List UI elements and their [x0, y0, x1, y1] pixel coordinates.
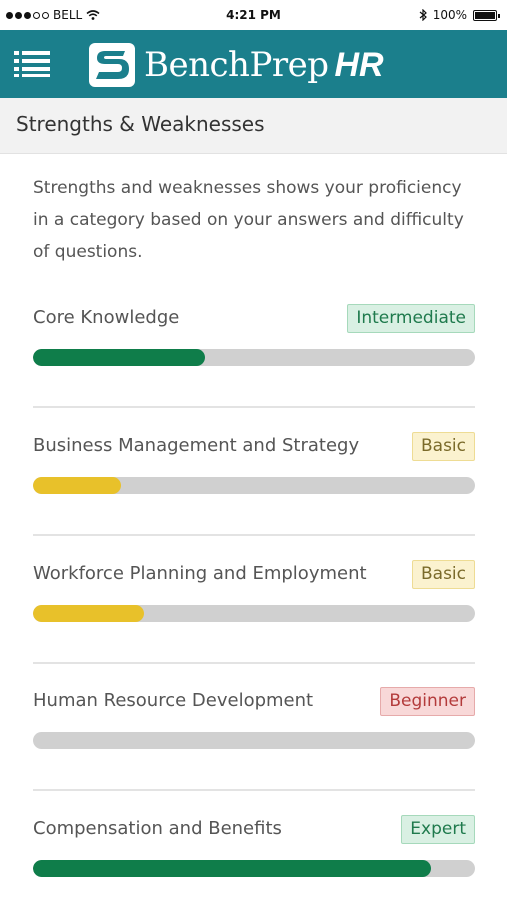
menu-button[interactable]	[14, 50, 50, 78]
level-badge: Basic	[411, 432, 475, 461]
progress-fill	[33, 349, 206, 366]
list-menu-icon	[14, 51, 50, 77]
bluetooth-icon	[419, 9, 427, 21]
status-right: 100%	[419, 8, 500, 22]
category-item[interactable]: Compensation and Benefits Expert	[33, 815, 475, 900]
category-item[interactable]: Workforce Planning and Employment Basic	[33, 560, 475, 681]
category-name: Compensation and Benefits	[33, 818, 282, 839]
level-badge: Beginner	[380, 687, 475, 716]
progress-fill	[33, 605, 144, 622]
battery-icon	[473, 9, 500, 21]
app-header: BenchPrep HR	[0, 30, 507, 98]
divider	[33, 406, 475, 408]
brand-name: BenchPrep	[144, 45, 329, 85]
battery-percent: 100%	[432, 8, 467, 22]
category-item[interactable]: Human Resource Development Beginner	[33, 687, 475, 808]
divider	[33, 534, 475, 536]
progress-track	[33, 349, 475, 366]
brand-logo: BenchPrep HR	[88, 42, 384, 88]
page-title-bar: Strengths & Weaknesses	[0, 98, 507, 154]
benchprep-logo-icon	[89, 43, 135, 87]
divider	[33, 662, 475, 664]
category-item[interactable]: Core Knowledge Intermediate	[33, 304, 475, 425]
category-name: Business Management and Strategy	[33, 435, 360, 456]
page-title: Strengths & Weaknesses	[16, 112, 265, 136]
status-bar: BELL 4:21 PM 100%	[0, 0, 507, 30]
progress-fill	[33, 477, 122, 494]
brand-suffix: HR	[334, 45, 384, 84]
level-badge: Intermediate	[347, 304, 475, 333]
divider	[33, 789, 475, 791]
progress-track	[33, 605, 475, 622]
progress-track	[33, 860, 475, 877]
intro-text: Strengths and weaknesses shows your prof…	[33, 178, 464, 262]
progress-track	[33, 732, 475, 749]
category-item[interactable]: Business Management and Strategy Basic	[33, 432, 475, 553]
category-name: Core Knowledge	[33, 307, 180, 328]
progress-fill	[33, 860, 431, 877]
category-name: Workforce Planning and Employment	[33, 563, 367, 584]
category-name: Human Resource Development	[33, 690, 314, 711]
level-badge: Basic	[411, 560, 475, 589]
level-badge: Expert	[401, 815, 475, 844]
progress-track	[33, 477, 475, 494]
